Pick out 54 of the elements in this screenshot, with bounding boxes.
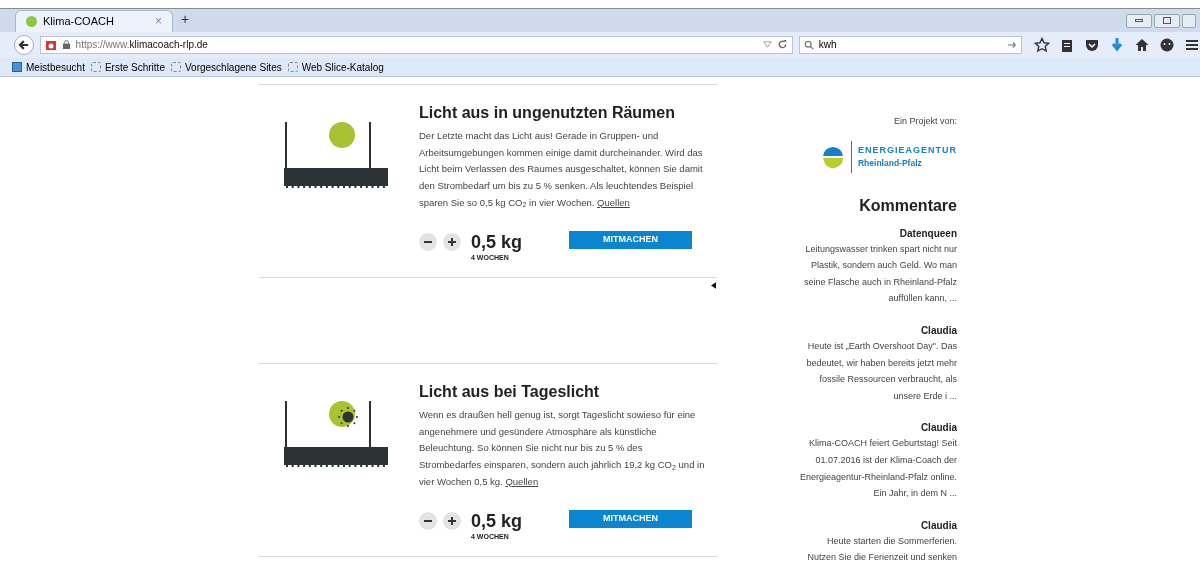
join-button[interactable]: MITMACHEN bbox=[569, 509, 692, 528]
sources-link[interactable]: Quellen bbox=[505, 475, 539, 487]
co2-amount: 0,5 kg bbox=[471, 509, 524, 532]
back-icon[interactable] bbox=[14, 34, 34, 55]
chat-icon[interactable] bbox=[1159, 36, 1175, 53]
bookmark-link[interactable]: Erste Schritte bbox=[90, 59, 165, 75]
tab-title: Klima-COACH bbox=[43, 13, 115, 29]
project-label: Ein Projekt von: bbox=[893, 115, 957, 129]
bookmark-link[interactable]: Vorgeschlagene Sites bbox=[170, 59, 282, 75]
comment-author: Claudia bbox=[920, 324, 957, 339]
bookmark-link[interactable]: Web Slice-Katalog bbox=[287, 59, 384, 75]
logo-name: ENERGIEAGENTUR bbox=[858, 143, 957, 157]
restore-button[interactable] bbox=[1154, 13, 1180, 28]
card-title: Licht aus in ungenutzten Räumen bbox=[419, 103, 676, 124]
logo-icon bbox=[821, 144, 845, 169]
address-field[interactable]: https://www.klimacoach-rlp.de bbox=[39, 35, 793, 54]
sources-link[interactable]: Quellen bbox=[597, 196, 630, 208]
search-text: kwh bbox=[818, 38, 838, 53]
site-favicon bbox=[26, 15, 37, 27]
comment-text: Heute starten die Sommerferien. Nutzen Sie die Ferienzeit und senken bbox=[806, 534, 957, 565]
search-icon bbox=[803, 39, 814, 50]
bookmark-star-icon[interactable] bbox=[1034, 36, 1050, 53]
minus-button[interactable] bbox=[419, 232, 437, 251]
comment-text: Klima-COACH feiert Geburtstag! Seit 01.07.2016 ist der Klima-Coach der Energieagentur-Rheinland-Pfalz online. Ein Jahr, in dem N ... bbox=[798, 437, 957, 501]
url-text: https://www.klimacoach-rlp.de bbox=[75, 38, 208, 53]
comment-author: Claudia bbox=[920, 421, 957, 436]
home-icon[interactable] bbox=[1134, 36, 1150, 53]
router-sun-icon bbox=[284, 401, 388, 468]
lock-icon bbox=[61, 40, 71, 50]
go-arrow-icon[interactable] bbox=[1007, 39, 1017, 50]
browser-tab[interactable]: Klima-COACH × bbox=[15, 9, 173, 32]
comment-text: Leitungswasser trinken spart nicht nur Plastik, sondern auch Geld. Wo man seine Flasche auch in Rheinland-Pfalz auffüllen kann, ... bbox=[802, 242, 957, 306]
minus-button[interactable] bbox=[419, 511, 437, 530]
card-description: Wenn es draußen hell genug ist, sorgt Tageslicht sowieso für eine angenehmere und gesündere Atmosphäre als künstliche Beleuchtung. So können Sie nicht nur bis zu 5 % des Strombedarfes einsparen, sondern auch jährlich 19,2 kg CO$_{2}$ und in vier Wochen 0,5 kg. Quellen bbox=[419, 408, 706, 489]
download-icon[interactable] bbox=[1109, 36, 1125, 53]
plus-button[interactable] bbox=[443, 232, 461, 251]
logo-region: Rheinland-Pfalz bbox=[858, 157, 923, 170]
card-title: Licht aus bei Tageslicht bbox=[419, 382, 601, 403]
card-description: Der Letzte macht das Licht aus! Gerade in Gruppen- und Arbeitsumgebungen kommen einige damit durcheinander. Wird das Licht beim Verlassen des Raumes ausgeschaltet, können Sie damit den Strombedarf um bis zu 5 % senken. Als leuchtendes Beispiel sparen Sie so 0,5 kg CO$_{2}$ in vier Wochen. Quellen bbox=[419, 129, 704, 212]
co2-amount: 0,5 kg bbox=[471, 230, 524, 253]
plus-button[interactable] bbox=[443, 511, 461, 530]
comment-author: Datenqueen bbox=[899, 226, 957, 241]
reload-icon[interactable] bbox=[776, 39, 788, 51]
comment-text: Heute ist „Earth Overshoot Day". Das bedeutet, wir haben bereits jetzt mehr fossile Ressourcen verbraucht, als unsere Erde i ... bbox=[805, 340, 957, 403]
comments-heading: Kommentare bbox=[859, 195, 957, 216]
join-button[interactable]: MITMACHEN bbox=[569, 230, 692, 249]
router-light-icon bbox=[284, 122, 388, 189]
caret-icon[interactable] bbox=[711, 282, 716, 290]
bookmark-link[interactable]: Meistbesucht bbox=[12, 59, 85, 75]
search-field[interactable]: kwh bbox=[798, 35, 1022, 54]
camera-icon bbox=[44, 38, 57, 51]
comment-author: Claudia bbox=[920, 518, 957, 533]
minimize-button[interactable] bbox=[1126, 13, 1152, 28]
new-tab-button[interactable]: + bbox=[181, 8, 190, 30]
